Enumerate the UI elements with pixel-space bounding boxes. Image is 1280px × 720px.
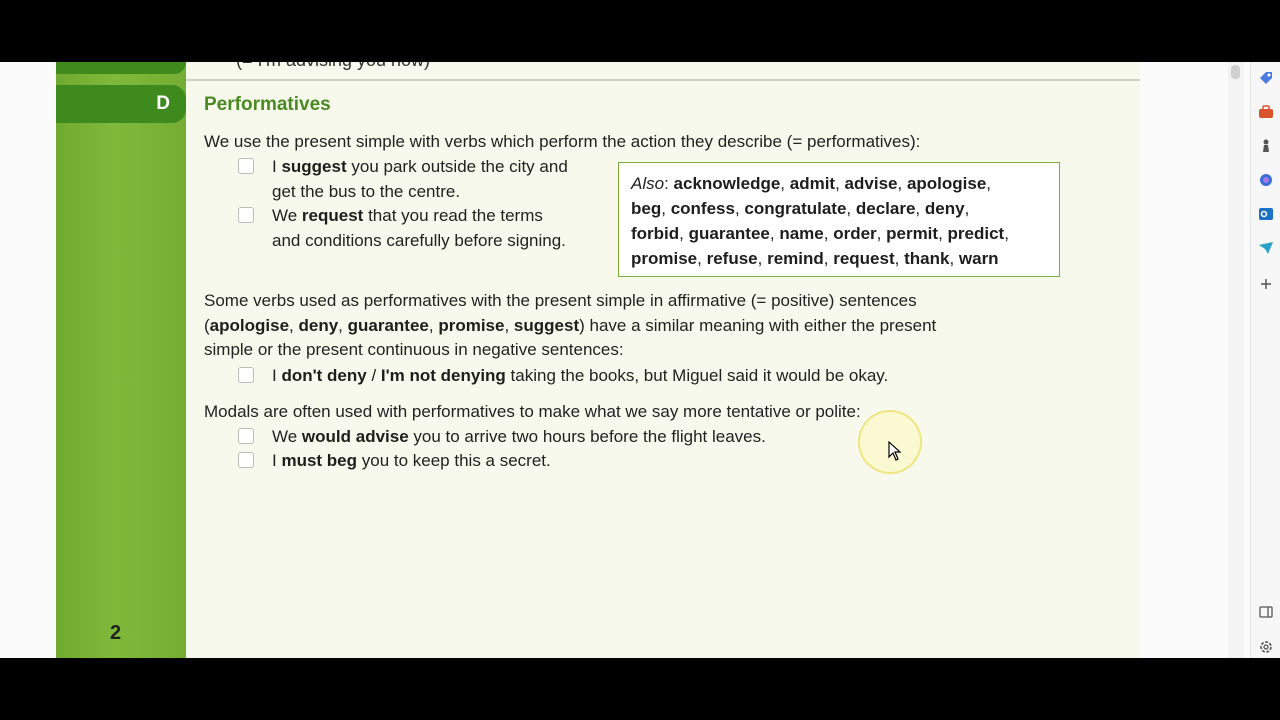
- example-request: We request that you read the terms and co…: [272, 206, 566, 250]
- also-verbs-box: Also: acknowledge, admit, advise, apolog…: [618, 162, 1060, 277]
- chess-icon[interactable]: [1258, 138, 1274, 154]
- briefcase-icon[interactable]: [1258, 104, 1274, 120]
- previous-text-fragment: (= I'm advising you now): [236, 62, 430, 71]
- scrollbar-thumb[interactable]: [1231, 65, 1240, 79]
- example-checkbox[interactable]: [238, 367, 254, 383]
- section-tab: D: [56, 85, 186, 123]
- settings-icon[interactable]: [1258, 639, 1274, 655]
- textbook-page: D 2 (= I'm advising you now) Performativ…: [56, 62, 1140, 658]
- example-checkbox[interactable]: [238, 428, 254, 444]
- tag-icon[interactable]: [1258, 70, 1274, 86]
- section-heading: Performatives: [204, 94, 331, 115]
- section-letter: D: [156, 93, 170, 114]
- previous-section-tab: [56, 62, 186, 74]
- paragraph-negative-sentences: Some verbs used as performatives with th…: [204, 291, 937, 359]
- document-viewport: D 2 (= I'm advising you now) Performativ…: [0, 62, 1280, 658]
- browser-sidebar: [1250, 62, 1280, 658]
- example-checkbox[interactable]: [238, 207, 254, 223]
- add-icon[interactable]: [1258, 276, 1274, 292]
- mouse-cursor-icon: [888, 441, 902, 461]
- panel-icon[interactable]: [1258, 604, 1274, 620]
- paragraph-modals: Modals are often used with performatives…: [204, 402, 861, 421]
- page-number: 2: [110, 622, 122, 644]
- example-deny: I don't deny / I'm not denying taking th…: [272, 366, 889, 385]
- copilot-icon[interactable]: [1258, 172, 1274, 188]
- outlook-icon[interactable]: [1258, 206, 1274, 222]
- intro-text: We use the present simple with verbs whi…: [204, 132, 921, 151]
- example-checkbox[interactable]: [238, 452, 254, 468]
- example-would-advise: We would advise you to arrive two hours …: [272, 427, 766, 446]
- example-checkbox[interactable]: [238, 158, 254, 174]
- send-icon[interactable]: [1258, 240, 1274, 256]
- vertical-scrollbar[interactable]: [1228, 62, 1244, 658]
- example-must-beg: I must beg you to keep this a secret.: [272, 451, 551, 470]
- green-margin-bar: D 2: [56, 62, 186, 658]
- section-divider: [186, 79, 1140, 81]
- example-suggest: I suggest you park outside the city and g…: [272, 157, 568, 201]
